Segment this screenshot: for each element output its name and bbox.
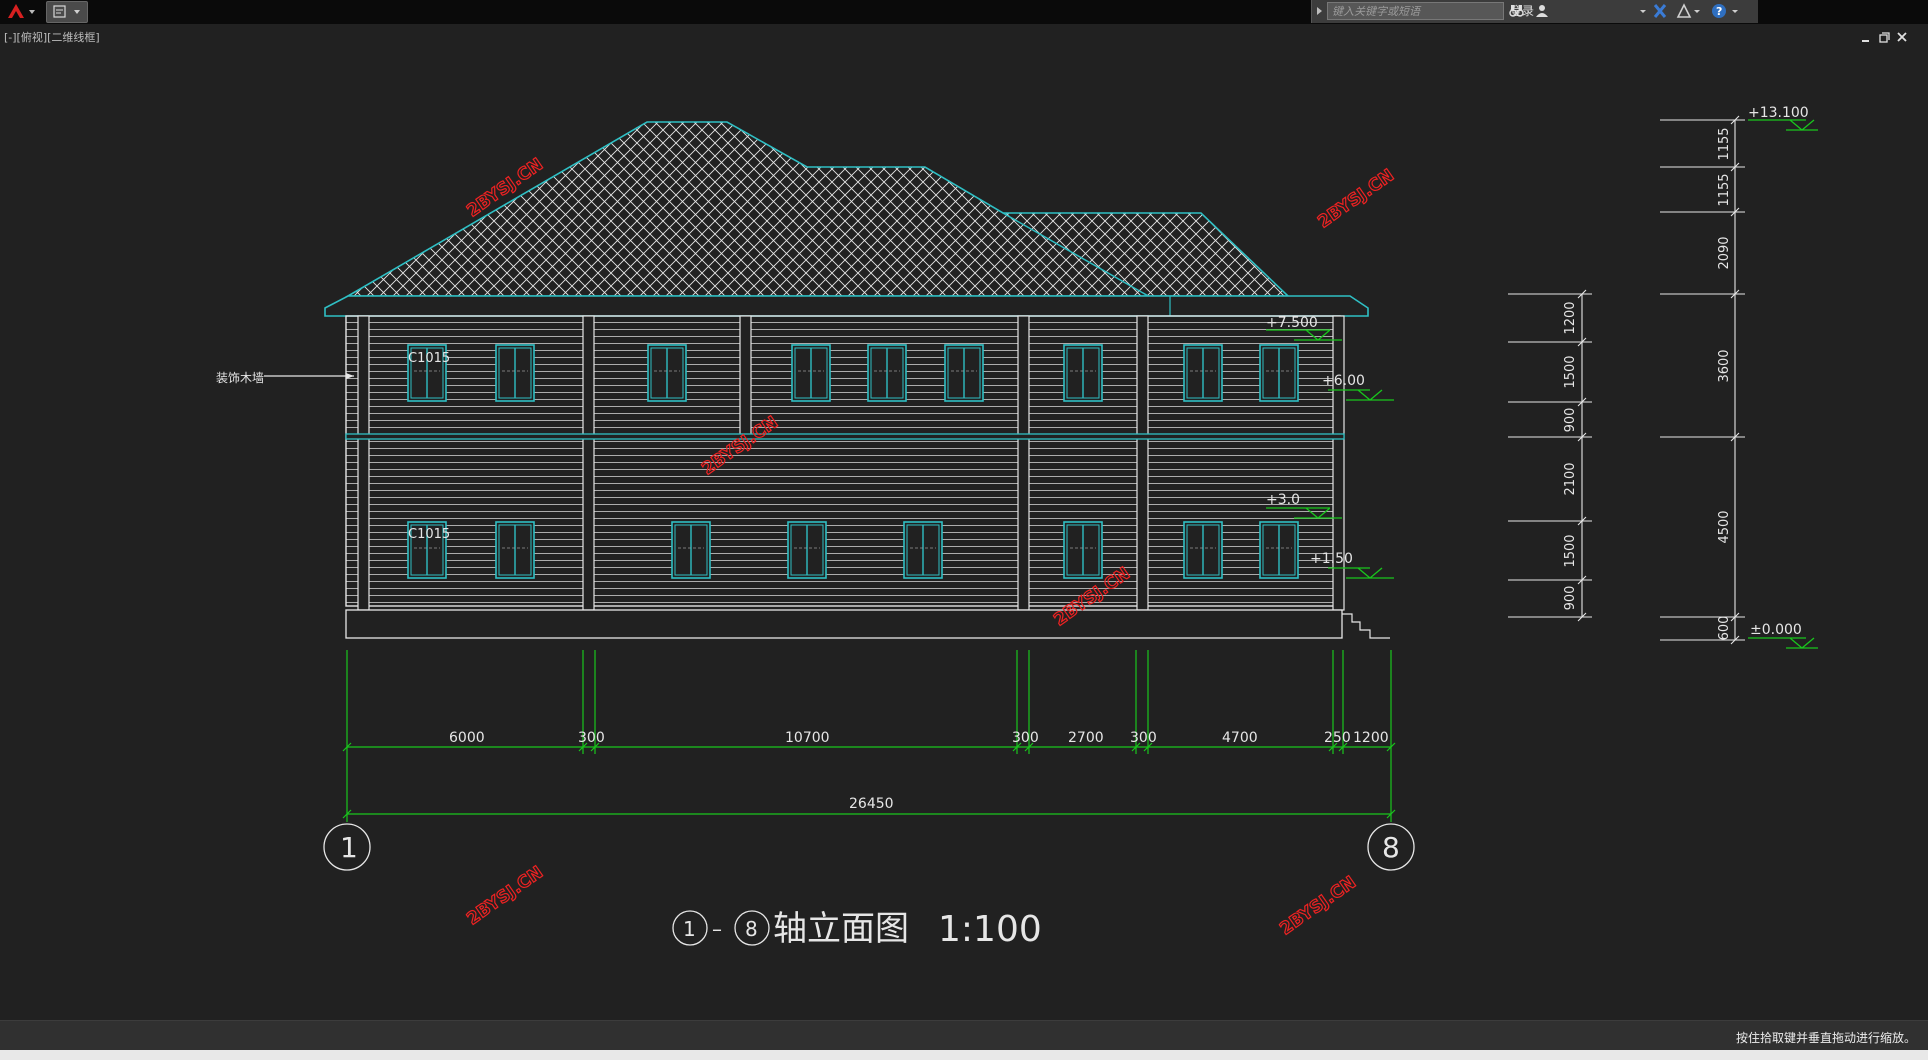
window: [944, 344, 984, 402]
right-level-markers: [1748, 119, 1818, 649]
window: [903, 521, 943, 579]
level-1500: +1.50: [1310, 551, 1353, 567]
window: [1063, 521, 1103, 579]
watermark-text: 2BYSJ.CN: [1276, 873, 1359, 940]
bottom-strip: [0, 1050, 1928, 1060]
window-tag-lower: C1015: [408, 527, 450, 542]
axis-bubble-right: 8: [1367, 823, 1415, 871]
dimension-total: 26450: [849, 796, 894, 812]
title-circle-end: 8: [745, 917, 758, 941]
window: [1183, 344, 1223, 402]
dimension-label: 4500: [1717, 510, 1732, 543]
watermark-text: 2BYSJ.CN: [1314, 166, 1397, 233]
axis-label-left: 1: [340, 831, 358, 864]
dimension-label: 250: [1324, 730, 1351, 746]
dimension-label: 2090: [1717, 236, 1732, 269]
dimension-label: 2700: [1068, 730, 1104, 746]
window: [1259, 344, 1299, 402]
title-text: 轴立面图: [773, 909, 909, 949]
window: [495, 344, 535, 402]
dimension-label: 1200: [1563, 301, 1578, 334]
level-7500: +7.500: [1266, 315, 1318, 331]
drawing-title: 1 – 8 轴立面图 1:100: [672, 909, 1042, 950]
dimension-label: 300: [1012, 730, 1039, 746]
title-circle-start: 1: [683, 917, 696, 941]
window: [867, 344, 907, 402]
dimension-label: 10700: [785, 730, 830, 746]
dimension-label: 1155: [1717, 173, 1732, 206]
window: [495, 521, 535, 579]
window: [787, 521, 827, 579]
status-bar: 按住拾取键并垂直拖动进行缩放。: [0, 1020, 1928, 1051]
window: [1063, 344, 1103, 402]
axis-bubble-left: 1: [323, 823, 371, 871]
dimension-label: 900: [1563, 408, 1578, 433]
dimension-label: 300: [1130, 730, 1157, 746]
level-3000: +3.0: [1266, 492, 1300, 508]
roof: [324, 121, 1369, 317]
window: [791, 344, 831, 402]
wall-annotation: 装饰木墙: [216, 371, 264, 385]
title-scale: 1:100: [938, 909, 1042, 950]
window-tag-upper: C1015: [408, 351, 450, 366]
level-6000: +6.00: [1322, 373, 1365, 389]
level-0: ±0.000: [1750, 622, 1802, 638]
dimension-label: 1500: [1563, 534, 1578, 567]
watermark-text: 2BYSJ.CN: [463, 863, 546, 930]
dimension-label: 300: [578, 730, 605, 746]
dimension-label: 1500: [1563, 355, 1578, 388]
dimension-label: 1200: [1353, 730, 1389, 746]
dimension-label: 600: [1717, 616, 1732, 641]
status-hint: 按住拾取键并垂直拖动进行缩放。: [1735, 1031, 1916, 1045]
drawing-canvas[interactable]: 装饰木墙 C1015 C1015 +7.500 +6.00 +3.0 +1.50…: [0, 0, 1928, 1020]
axis-label-right: 8: [1382, 831, 1400, 864]
window: [1183, 521, 1223, 579]
dimension-label: 2100: [1563, 462, 1578, 495]
window: [1259, 521, 1299, 579]
dimension-label: 6000: [449, 730, 485, 746]
dimension-label: 4700: [1222, 730, 1258, 746]
window: [647, 344, 687, 402]
window: [671, 521, 711, 579]
level-13100: +13.100: [1748, 105, 1809, 121]
dimension-label: 1155: [1717, 127, 1732, 160]
vertical-dimensions: [1508, 115, 1745, 645]
dimension-label: 3600: [1717, 349, 1732, 382]
dimension-label: 900: [1563, 586, 1578, 611]
title-dash: –: [712, 917, 722, 941]
